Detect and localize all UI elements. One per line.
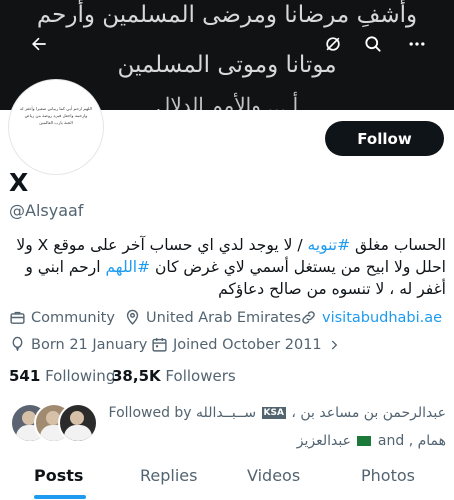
active-tab-indicator (34, 495, 86, 499)
following-stat[interactable]: 541 Following (9, 367, 115, 385)
calendar-icon (152, 338, 167, 352)
followers-label: Followers (165, 367, 236, 385)
search-icon (365, 36, 381, 52)
hashtag-link[interactable]: #تنويه (308, 236, 351, 254)
banner-text-line: موتانا وموتى المسلمين (117, 52, 337, 78)
bio-line: الحساب مغلق #تنويه / لا يوجد لدي اي حساب… (4, 234, 446, 256)
follower-name: همام , (408, 433, 446, 449)
profile-avatar[interactable]: اللهم ارحم أبي كما ربياني صغيرا وأغفر له… (9, 80, 103, 174)
following-label: Following (45, 367, 116, 385)
follow-button[interactable]: Follow (325, 121, 444, 156)
tab-replies[interactable]: Replies (140, 466, 197, 485)
location-pin-icon (126, 309, 139, 325)
tab-videos[interactable]: Videos (247, 466, 300, 485)
follower-name: عبدالعزيز (296, 433, 351, 449)
location-label: United Arab Emirates (146, 309, 302, 326)
birthday-label: Born 21 January (31, 336, 148, 353)
followed-by-label: Followed by (108, 405, 192, 421)
joined-label: Joined October 2011 (173, 336, 322, 353)
joined-item[interactable]: Joined October 2011 (151, 336, 341, 353)
followed-by-text[interactable]: عبدالرحمن بن مساعد بن ، KSA ســبــدالله … (103, 399, 446, 455)
category-label: Community (31, 309, 115, 326)
website-link[interactable]: visitabudhabi.ae (322, 310, 442, 326)
banner-text-line: وأشفِ مرضانا ومرضى المسلمين وأرحم (36, 2, 418, 28)
bio-text: / لا يوجد لدي اي حساب آخر على موقع X ولا (16, 236, 308, 254)
profile-bio: الحساب مغلق #تنويه / لا يوجد لدي اي حساب… (4, 234, 446, 300)
saudi-flag-icon (357, 436, 372, 446)
followed-by-avatars[interactable] (10, 403, 98, 443)
website-item[interactable]: visitabudhabi.ae (300, 309, 442, 326)
birthday-item: Born 21 January (9, 336, 147, 353)
followers-count: 38,5K (112, 367, 161, 385)
bio-text: ارحم ابني و (25, 258, 106, 276)
back-arrow-icon (32, 37, 46, 51)
followed-by-line: همام , and عبدالعزيز (103, 427, 446, 455)
avatar-text: اللهم ارحم أبي كما ربياني صغيرا وأغفر له… (20, 106, 92, 125)
hashtag-link[interactable]: #اللهم (105, 258, 150, 276)
follower-names: عبدالرحمن بن مساعد بن ، (291, 405, 446, 421)
display-name: X (9, 168, 29, 197)
link-icon (302, 311, 315, 324)
translate-button[interactable] (318, 29, 348, 59)
followers-stat[interactable]: 38,5K Followers (112, 367, 236, 385)
search-button[interactable] (358, 29, 388, 59)
avatar (58, 403, 98, 443)
username-handle: @Alsyaaf (9, 201, 84, 220)
profile-tabs: Posts Replies Videos Photos (0, 458, 454, 500)
category-item: Community (9, 309, 115, 326)
follower-name: ســبــدالله (196, 405, 257, 421)
translate-icon (326, 37, 340, 51)
back-button[interactable] (24, 29, 54, 59)
more-icon (409, 42, 425, 46)
tab-posts[interactable]: Posts (34, 466, 83, 485)
chevron-right-icon (331, 339, 337, 350)
briefcase-icon (10, 311, 25, 324)
bio-text: الحساب مغلق (350, 236, 446, 254)
bio-line: احلل ولا ابيح من يستغل أسمي لاي غرض كان … (4, 256, 446, 278)
tab-photos[interactable]: Photos (361, 466, 415, 485)
more-button[interactable] (402, 29, 432, 59)
bio-text: احلل ولا ابيح من يستغل أسمي لاي غرض كان (150, 258, 446, 276)
followed-by-and: and (377, 433, 405, 449)
following-count: 541 (9, 367, 41, 385)
location-item: United Arab Emirates (124, 309, 301, 326)
bio-line: أغفر له ، لا تنسوه من صالح دعاؤكم (218, 280, 446, 298)
followed-by-line: عبدالرحمن بن مساعد بن ، KSA ســبــدالله … (103, 399, 446, 427)
balloon-icon (12, 336, 23, 351)
country-badge: KSA (261, 407, 286, 419)
